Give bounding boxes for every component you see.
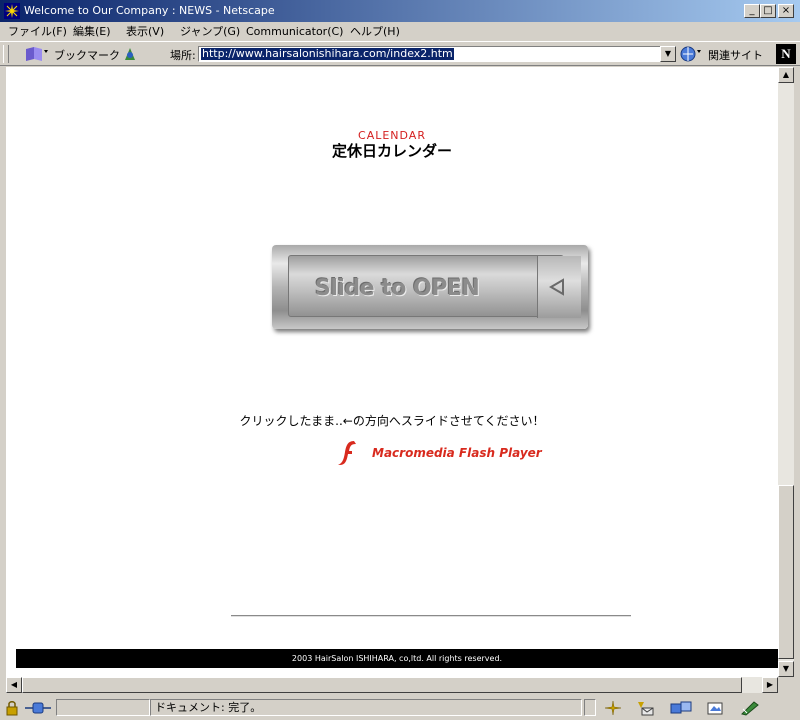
slider-handle[interactable] <box>537 256 581 318</box>
status-text: ドキュメント: 完了。 <box>150 699 582 716</box>
composer-icon[interactable] <box>706 700 724 716</box>
bookmark-icon <box>26 47 48 61</box>
navigator-icon[interactable] <box>604 700 622 716</box>
minimize-button[interactable]: _ <box>744 4 760 18</box>
menu-help[interactable]: ヘルプ(H) <box>350 22 400 41</box>
scroll-down-button[interactable]: ▼ <box>778 661 794 677</box>
divider <box>231 615 631 617</box>
page-proxy-icon[interactable] <box>122 46 138 62</box>
menu-file[interactable]: ファイル(F) <box>8 22 67 41</box>
mail-icon[interactable] <box>636 700 654 716</box>
calendar-heading-jp: 定休日カレンダー <box>331 142 452 160</box>
window-titlebar[interactable]: Welcome to Our Company : NEWS - Netscape… <box>0 0 800 22</box>
address-book-icon[interactable] <box>740 700 760 716</box>
horizontal-scroll-thumb[interactable] <box>22 677 742 693</box>
security-lock-icon[interactable] <box>4 700 20 716</box>
bookmarks-button[interactable]: ブックマーク <box>54 47 120 63</box>
newsgroups-icon[interactable] <box>670 700 692 716</box>
location-dropdown-button[interactable]: ▼ <box>660 46 676 62</box>
close-button[interactable]: × <box>778 4 794 18</box>
arrow-left-icon <box>549 278 564 296</box>
scroll-up-button[interactable]: ▲ <box>778 67 794 83</box>
scroll-left-button[interactable]: ◀ <box>6 677 22 693</box>
location-url: http://www.hairsalonishihara.com/index2.… <box>201 47 454 60</box>
menu-view[interactable]: 表示(V) <box>126 22 164 41</box>
netscape-logo-icon[interactable]: N <box>776 44 796 64</box>
vertical-scroll-thumb[interactable] <box>778 485 794 659</box>
whats-related-button[interactable]: 関連サイト <box>708 47 763 63</box>
location-toolbar: ブックマーク 場所: http://www.hairsalonishihara.… <box>0 41 800 66</box>
whats-related-icon <box>680 46 701 62</box>
menu-bar: ファイル(F) 編集(E) 表示(V) ジャンプ(G) Communicator… <box>0 22 800 41</box>
slide-to-open-label: Slide to OPEN <box>315 276 480 301</box>
scroll-right-button[interactable]: ▶ <box>762 677 778 693</box>
copyright-footer: 2003 HairSalon ISHIHARA, co,ltd. All rig… <box>16 649 778 668</box>
menu-edit[interactable]: 編集(E) <box>73 22 111 41</box>
location-label: 場所: <box>170 49 196 62</box>
netscape-icon <box>4 3 20 19</box>
menu-go[interactable]: ジャンプ(G) <box>180 22 240 41</box>
location-field[interactable]: http://www.hairsalonishihara.com/index2.… <box>198 46 662 62</box>
slider-track: Slide to OPEN <box>288 255 581 318</box>
vertical-scrollbar[interactable]: ▲ ▼ <box>778 67 794 677</box>
status-bar: ドキュメント: 完了。 <box>0 697 800 720</box>
toolbar-grip[interactable] <box>3 45 9 63</box>
horizontal-scrollbar[interactable]: ◀ ▶ <box>6 677 778 693</box>
slide-to-open-flash[interactable]: Slide to OPEN <box>272 245 588 329</box>
maximize-button[interactable]: □ <box>760 4 776 18</box>
status-spacer <box>584 699 596 716</box>
flash-player-logo-icon[interactable] <box>336 439 360 467</box>
flash-player-link[interactable]: Macromedia Flash Player <box>372 446 542 460</box>
slide-instruction: クリックしたまま..←の方向へスライドさせてください！ <box>239 414 545 428</box>
menu-communicator[interactable]: Communicator(C) <box>246 22 343 41</box>
page-content: CALENDAR 定休日カレンダー Slide to OPEN クリックしたまま… <box>6 67 778 677</box>
connection-status-icon <box>25 702 51 714</box>
progress-field <box>56 699 150 716</box>
window-title: Welcome to Our Company : NEWS - Netscape <box>24 4 275 17</box>
